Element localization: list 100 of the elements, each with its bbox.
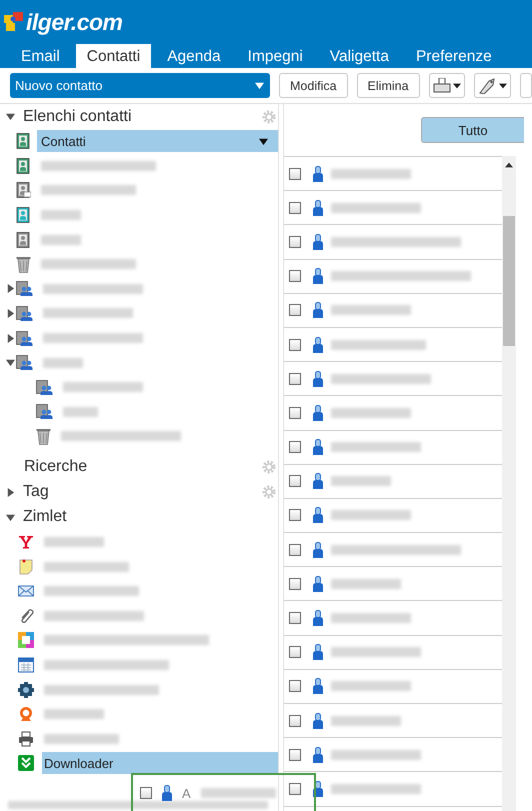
nav-tab[interactable]: Preferenze: [404, 44, 503, 68]
toolbar-button[interactable]: Modifica: [279, 73, 348, 98]
toolbar-button[interactable]: Elimina: [356, 73, 420, 98]
expand-arrow-icon[interactable]: [6, 334, 14, 343]
contact-group-icon: [36, 378, 53, 396]
blurred-text: [331, 476, 391, 486]
contact-group-icon: [36, 403, 53, 420]
checkbox[interactable]: [289, 646, 301, 658]
checkbox[interactable]: [289, 338, 301, 351]
trash-icon: [36, 428, 51, 445]
blurred-text: [43, 358, 83, 368]
dropdown-caret-icon[interactable]: [259, 136, 268, 146]
scrollbar-thumb[interactable]: [503, 216, 515, 346]
person-icon: [313, 712, 323, 729]
new-contact-button[interactable]: Nuovo contatto: [10, 73, 270, 98]
person-icon: [313, 507, 323, 524]
contact-group-icon: [16, 304, 33, 322]
person-icon: [313, 370, 323, 387]
nav-tab[interactable]: Contatti: [76, 44, 152, 68]
person-icon: [313, 576, 323, 592]
logo-text: ilger.com: [26, 8, 122, 36]
blurred-text: [331, 716, 401, 726]
contact-group-icon: [16, 330, 33, 347]
contact-book-envelope-icon: [16, 182, 31, 198]
checkbox[interactable]: [289, 714, 301, 727]
contact-book-icon: [16, 158, 31, 174]
checkbox[interactable]: [289, 475, 301, 488]
blurred-text: [44, 537, 104, 548]
letter-y-icon: [18, 534, 34, 550]
scroll-up-icon[interactable]: [505, 162, 513, 168]
tag-menu-button[interactable]: [474, 73, 512, 98]
person-icon: [313, 473, 323, 490]
checkbox[interactable]: [289, 782, 301, 795]
checkbox[interactable]: [289, 168, 301, 180]
selected-row-highlight[interactable]: Contatti: [37, 130, 278, 152]
print-menu-button[interactable]: [428, 73, 466, 98]
selected-row-highlight[interactable]: Downloader: [42, 752, 278, 774]
section-title: Elenchi contatti: [23, 108, 133, 126]
webcam-icon: [18, 706, 34, 722]
checkbox[interactable]: [289, 578, 301, 590]
blurred-text: [41, 234, 81, 245]
sticky-note-icon: [18, 558, 34, 575]
checkbox[interactable]: [289, 236, 301, 248]
colorful-square-icon: [18, 632, 34, 648]
gear-icon: [18, 682, 34, 698]
person-icon: [313, 644, 323, 660]
checkbox[interactable]: [289, 270, 301, 282]
download-icon: [18, 755, 34, 772]
contact-book-icon: [16, 207, 31, 224]
blurred-text: [331, 578, 401, 589]
blurred-text: [41, 210, 81, 220]
calendar-icon: [18, 656, 34, 673]
person-icon: [313, 439, 323, 456]
person-icon: [313, 302, 323, 318]
checkbox[interactable]: [289, 441, 301, 454]
person-icon: [162, 785, 172, 801]
expand-arrow-icon[interactable]: [6, 488, 15, 497]
checkbox[interactable]: [289, 509, 301, 522]
checkbox[interactable]: [289, 748, 301, 761]
person-icon: [313, 336, 323, 353]
trash-icon: [16, 256, 31, 273]
printer-icon: [432, 78, 451, 94]
person-icon: [313, 166, 323, 182]
checkbox[interactable]: [289, 612, 301, 624]
checkbox[interactable]: [289, 372, 301, 385]
expand-arrow-icon[interactable]: [6, 512, 15, 522]
dropdown-caret-icon: [452, 82, 461, 88]
nav-tab[interactable]: Valigetta: [318, 44, 400, 68]
person-icon: [313, 746, 323, 763]
contact-book-icon: [16, 133, 31, 150]
nav-tab[interactable]: Agenda: [156, 44, 232, 68]
tag-icon: [478, 78, 497, 94]
checkbox[interactable]: [289, 202, 301, 214]
nav-tab[interactable]: Impegni: [236, 44, 314, 68]
expand-arrow-icon[interactable]: [6, 112, 15, 121]
person-icon: [313, 404, 323, 421]
folder-label[interactable]: Contatti: [41, 134, 259, 149]
person-icon: [313, 678, 323, 694]
blurred-text: [63, 406, 98, 417]
checkbox[interactable]: [289, 680, 301, 692]
nav-tab[interactable]: Email: [10, 44, 71, 68]
contact-book-icon: [16, 232, 31, 248]
expand-arrow-icon[interactable]: [6, 308, 14, 318]
checkbox[interactable]: [289, 406, 301, 419]
person-icon: [313, 268, 323, 284]
scrollbar[interactable]: [502, 156, 516, 811]
person-icon: [313, 542, 323, 558]
filter-button[interactable]: Tutto: [421, 117, 524, 143]
envelope-icon: [18, 583, 34, 600]
expand-arrow-icon[interactable]: [6, 284, 14, 294]
person-icon: [313, 200, 323, 216]
zimlet-label[interactable]: Downloader: [44, 756, 114, 771]
contact-group-icon: [16, 280, 33, 298]
checkbox[interactable]: [289, 544, 301, 556]
person-icon: [313, 234, 323, 250]
contact-group-icon: [16, 354, 33, 372]
expand-arrow-icon[interactable]: [6, 358, 14, 368]
printer-icon: [18, 730, 34, 747]
section-title: Ricerche: [24, 458, 88, 476]
checkbox[interactable]: [289, 304, 301, 316]
